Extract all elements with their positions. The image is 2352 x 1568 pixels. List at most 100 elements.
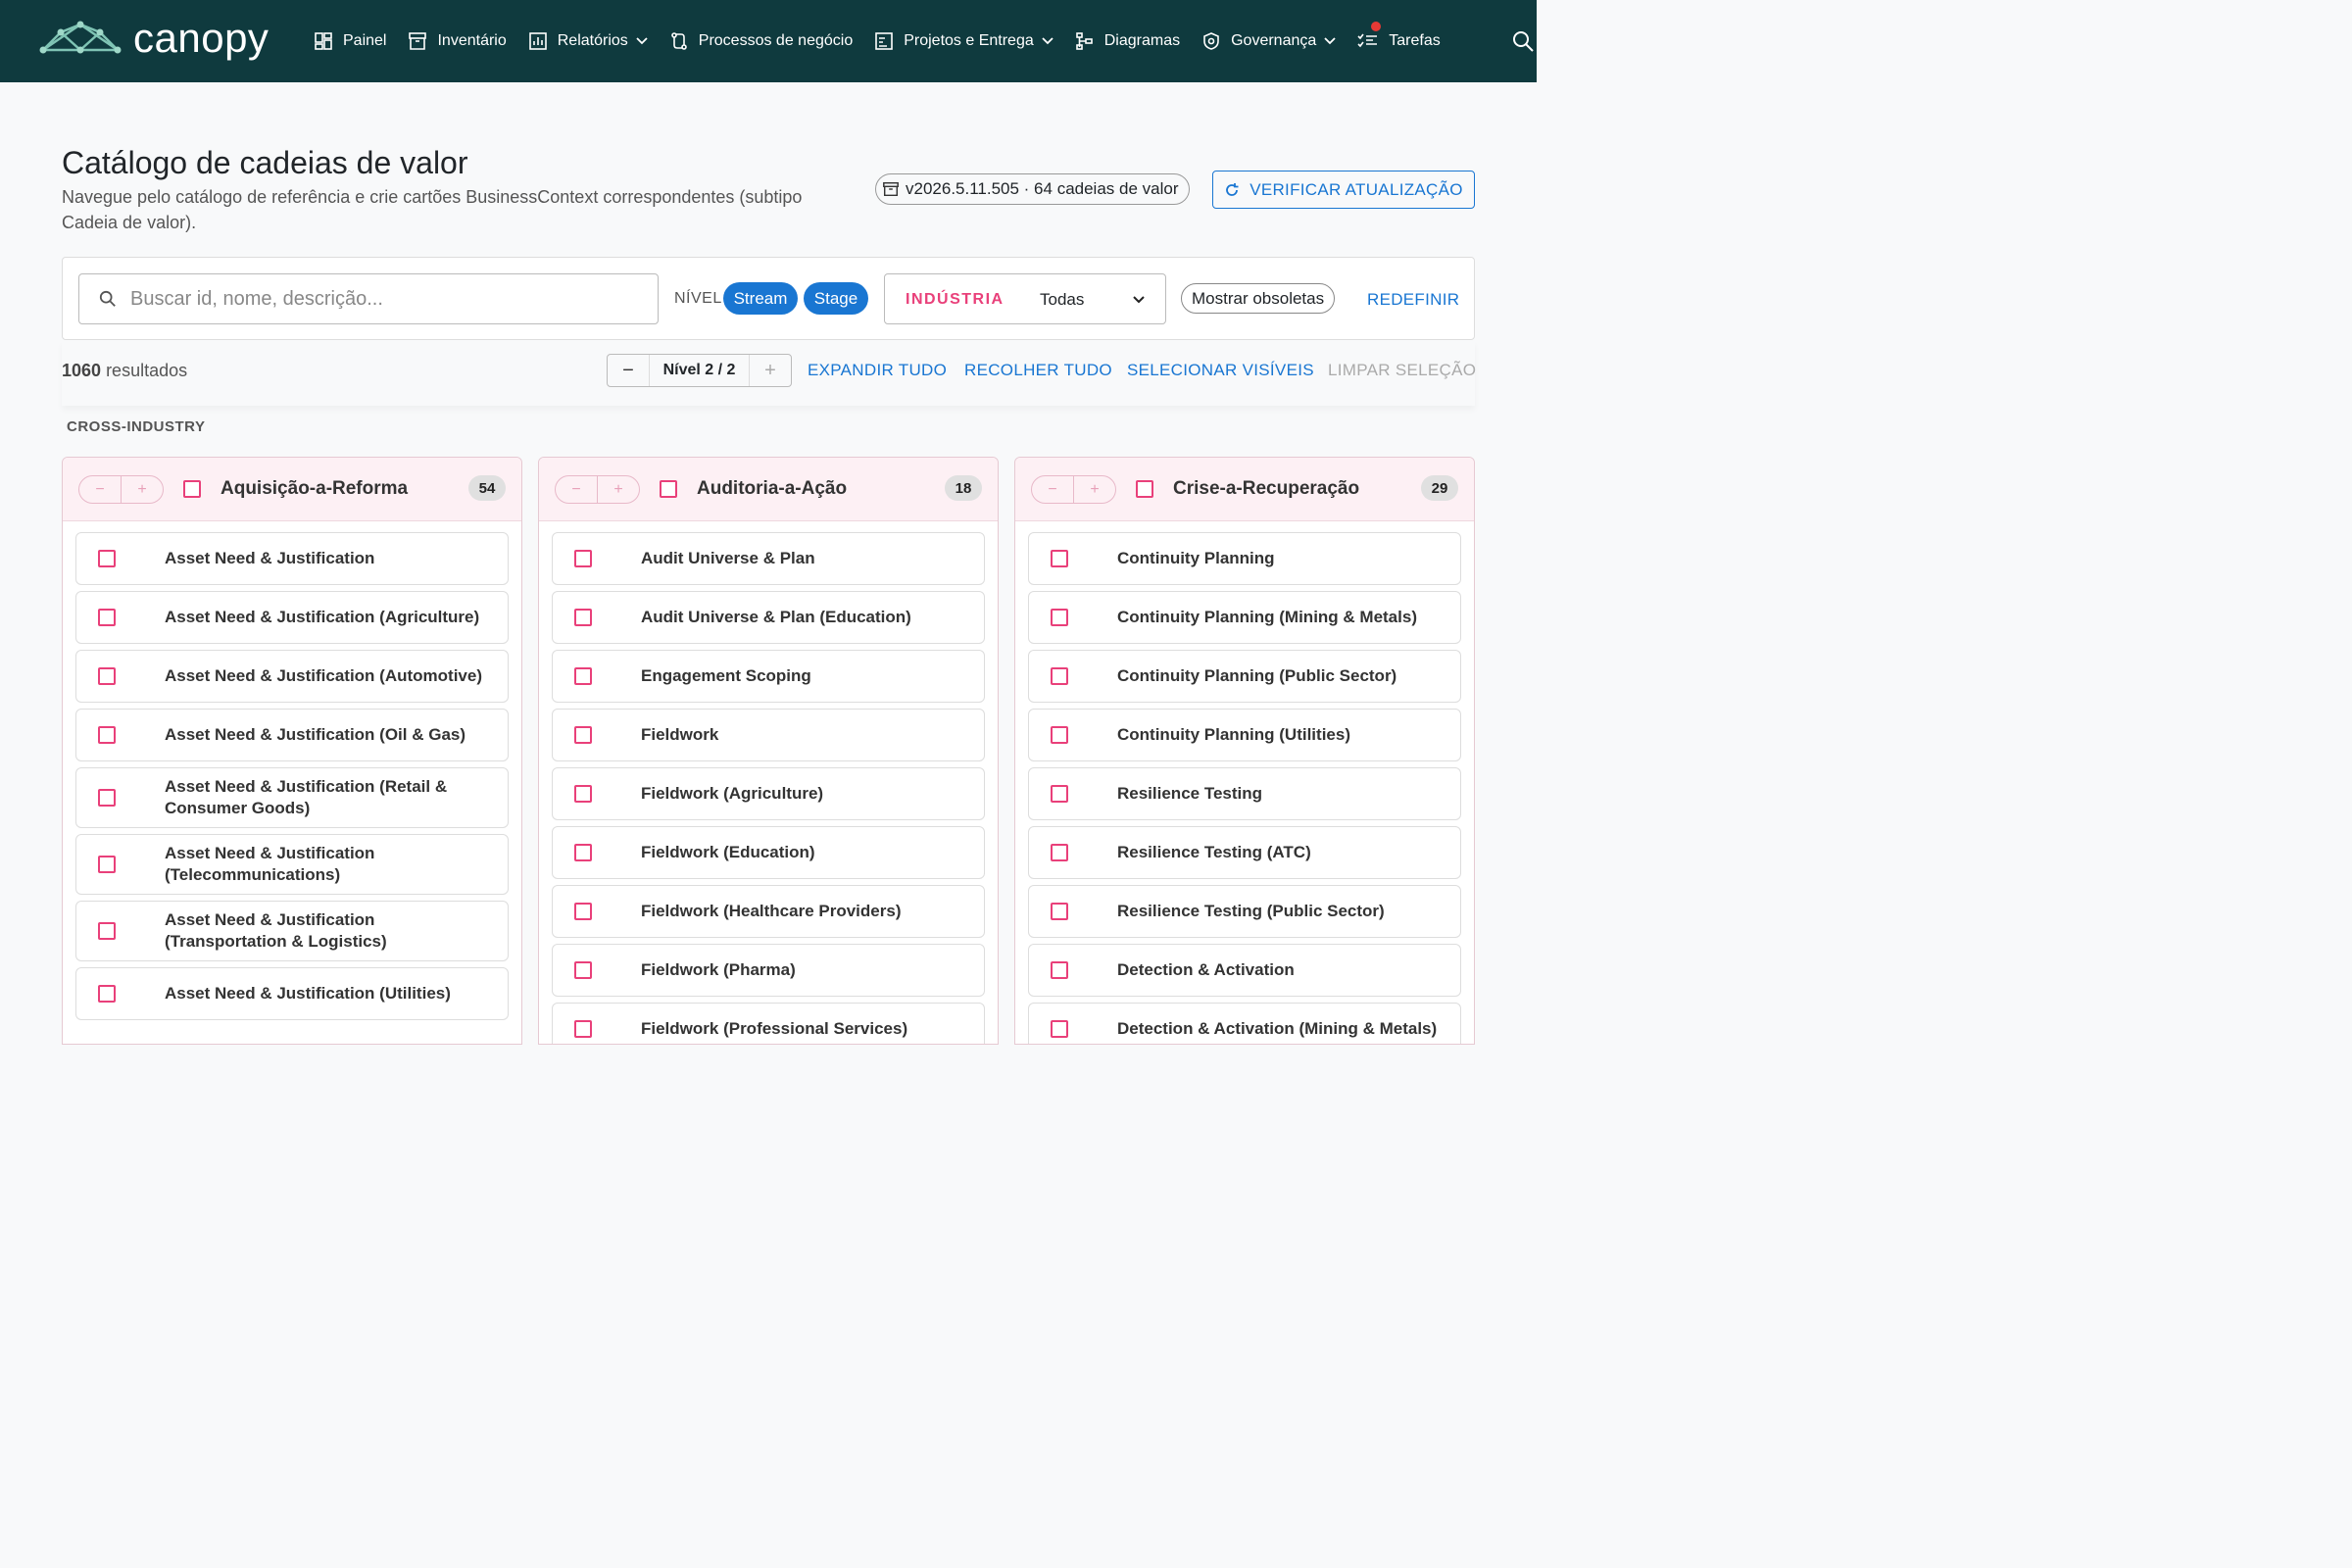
column-count-badge: 18 [945, 475, 982, 501]
stage-item[interactable]: Fieldwork [552, 709, 985, 761]
level-decrease-button[interactable]: − [608, 355, 649, 386]
stage-checkbox[interactable] [574, 609, 592, 626]
stage-checkbox[interactable] [1051, 961, 1068, 979]
stage-checkbox[interactable] [98, 550, 116, 567]
stage-checkbox[interactable] [574, 726, 592, 744]
stage-item[interactable]: Asset Need & Justification (Automotive) [75, 650, 509, 703]
stage-item[interactable]: Fieldwork (Healthcare Providers) [552, 885, 985, 938]
stage-item[interactable]: Resilience Testing [1028, 767, 1461, 820]
stage-item[interactable]: Asset Need & Justification (Transportati… [75, 901, 509, 961]
stage-item[interactable]: Continuity Planning (Public Sector) [1028, 650, 1461, 703]
nav-label: Relatórios [557, 32, 628, 49]
stage-label: Fieldwork (Healthcare Providers) [641, 902, 902, 920]
collapse-all-button[interactable]: RECOLHER TUDO [964, 361, 1112, 380]
stage-item[interactable]: Detection & Activation (Mining & Metals) [1028, 1003, 1461, 1044]
stage-label: Resilience Testing (Public Sector) [1117, 902, 1385, 920]
level-stream-chip[interactable]: Stream [723, 282, 798, 315]
level-stage-chip[interactable]: Stage [804, 282, 868, 315]
nav-relatorios[interactable]: Relatórios [528, 31, 648, 51]
nav-painel[interactable]: Painel [314, 31, 386, 51]
search-input[interactable] [130, 287, 620, 311]
reset-button[interactable]: REDEFINIR [1367, 290, 1459, 310]
stage-checkbox[interactable] [98, 726, 116, 744]
stage-item[interactable]: Engagement Scoping [552, 650, 985, 703]
stage-item[interactable]: Fieldwork (Pharma) [552, 944, 985, 997]
project-icon [875, 32, 894, 50]
stage-checkbox[interactable] [574, 903, 592, 920]
column-expand-button[interactable]: + [598, 476, 639, 503]
show-obsolete-toggle[interactable]: Mostrar obsoletas [1181, 283, 1336, 314]
check-update-button[interactable]: VERIFICAR ATUALIZAÇÃO [1212, 171, 1475, 209]
stage-checkbox[interactable] [1051, 785, 1068, 803]
level-increase-button[interactable]: + [750, 355, 791, 386]
search-field[interactable] [78, 273, 659, 324]
results-label: resultados [106, 361, 188, 380]
stage-item[interactable]: Fieldwork (Professional Services) [552, 1003, 985, 1044]
stage-label: Continuity Planning [1117, 549, 1275, 567]
industry-label: INDÚSTRIA [906, 291, 1004, 308]
nav-tarefas[interactable]: Tarefas [1357, 22, 1441, 51]
nav-label: Inventário [437, 32, 507, 49]
stage-checkbox[interactable] [98, 667, 116, 685]
column-collapse-button[interactable]: − [556, 476, 598, 503]
top-navbar: canopy Painel Inventário Relatórios Proc… [0, 0, 1537, 82]
stage-item[interactable]: Asset Need & Justification (Oil & Gas) [75, 709, 509, 761]
stage-item[interactable]: Asset Need & Justification (Utilities) [75, 967, 509, 1020]
stage-checkbox[interactable] [574, 961, 592, 979]
stage-checkbox[interactable] [1051, 550, 1068, 567]
stage-checkbox[interactable] [1051, 903, 1068, 920]
stage-checkbox[interactable] [1051, 726, 1068, 744]
stage-list: Audit Universe & Plan Audit Universe & Pl… [539, 521, 998, 1044]
stage-item[interactable]: Detection & Activation [1028, 944, 1461, 997]
stage-item[interactable]: Resilience Testing (ATC) [1028, 826, 1461, 879]
canopy-logo[interactable]: canopy [39, 18, 269, 59]
stage-checkbox[interactable] [98, 985, 116, 1003]
stage-checkbox[interactable] [574, 667, 592, 685]
stage-item[interactable]: Fieldwork (Agriculture) [552, 767, 985, 820]
stage-checkbox[interactable] [1051, 609, 1068, 626]
nav-diagramas[interactable]: Diagramas [1075, 31, 1180, 51]
stage-checkbox[interactable] [1051, 667, 1068, 685]
nav-inventario[interactable]: Inventário [408, 31, 507, 51]
column-expand-button[interactable]: + [1074, 476, 1115, 503]
stage-checkbox[interactable] [574, 1020, 592, 1038]
global-search-button[interactable] [1511, 29, 1535, 58]
nav-governanca[interactable]: Governança [1201, 31, 1336, 51]
stage-checkbox[interactable] [574, 844, 592, 861]
industry-select[interactable]: INDÚSTRIA Todas [884, 273, 1166, 324]
stage-checkbox[interactable] [1051, 1020, 1068, 1038]
column-checkbox[interactable] [660, 480, 677, 498]
stage-checkbox[interactable] [98, 922, 116, 940]
stage-item[interactable]: Continuity Planning [1028, 532, 1461, 585]
chevron-down-icon [636, 37, 648, 45]
stage-label: Continuity Planning (Public Sector) [1117, 666, 1397, 685]
stage-checkbox[interactable] [98, 856, 116, 873]
nav-processos[interactable]: Processos de negócio [669, 31, 853, 51]
stage-item[interactable]: Asset Need & Justification [75, 532, 509, 585]
clear-selection-button[interactable]: LIMPAR SELEÇÃO [1328, 361, 1476, 380]
nav-projetos[interactable]: Projetos e Entrega [874, 31, 1054, 51]
stage-item[interactable]: Audit Universe & Plan [552, 532, 985, 585]
expand-all-button[interactable]: EXPANDIR TUDO [808, 361, 947, 380]
process-icon [670, 32, 687, 50]
stage-item[interactable]: Asset Need & Justification (Retail & Con… [75, 767, 509, 828]
stage-checkbox[interactable] [98, 609, 116, 626]
stage-checkbox[interactable] [98, 789, 116, 807]
stage-item[interactable]: Fieldwork (Education) [552, 826, 985, 879]
stage-checkbox[interactable] [574, 785, 592, 803]
nav-label: Projetos e Entrega [904, 32, 1034, 49]
stage-item[interactable]: Audit Universe & Plan (Education) [552, 591, 985, 644]
column-checkbox[interactable] [1136, 480, 1153, 498]
stage-item[interactable]: Asset Need & Justification (Agriculture) [75, 591, 509, 644]
column-collapse-button[interactable]: − [79, 476, 122, 503]
stage-item[interactable]: Continuity Planning (Mining & Metals) [1028, 591, 1461, 644]
column-expand-button[interactable]: + [122, 476, 163, 503]
column-collapse-button[interactable]: − [1032, 476, 1074, 503]
stage-checkbox[interactable] [574, 550, 592, 567]
stage-checkbox[interactable] [1051, 844, 1068, 861]
column-checkbox[interactable] [183, 480, 201, 498]
select-visible-button[interactable]: SELECIONAR VISÍVEIS [1127, 361, 1314, 380]
stage-item[interactable]: Resilience Testing (Public Sector) [1028, 885, 1461, 938]
stage-item[interactable]: Asset Need & Justification (Telecommunic… [75, 834, 509, 895]
stage-item[interactable]: Continuity Planning (Utilities) [1028, 709, 1461, 761]
